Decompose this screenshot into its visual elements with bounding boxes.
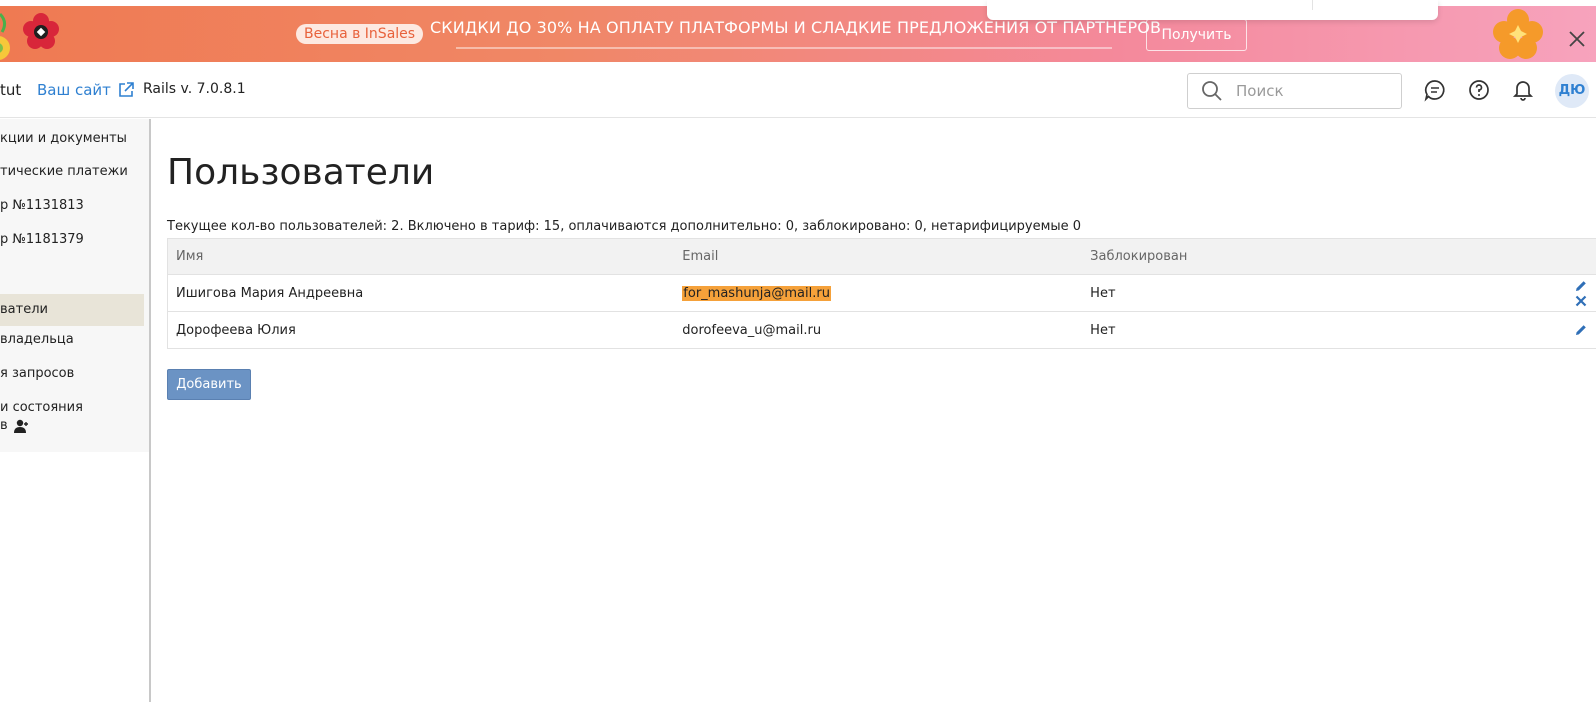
column-header-email: Email xyxy=(674,238,1083,275)
top-floating-panel xyxy=(987,0,1438,20)
close-icon[interactable] xyxy=(1574,294,1588,308)
pencil-icon[interactable] xyxy=(1574,323,1588,337)
fine-print-placeholder xyxy=(456,47,1112,49)
bell-icon[interactable] xyxy=(1511,78,1535,102)
top-panel-divider xyxy=(1312,0,1313,10)
table-header-row: Имя Email Заблокирован xyxy=(167,238,1596,275)
user-email-cell: for_mashunja@mail.ru xyxy=(674,274,1083,312)
sidebar-item-contract-1131813[interactable]: р №1131813 xyxy=(0,197,144,215)
sidebar-item-contract-1181379[interactable]: р №1181379 xyxy=(0,231,144,249)
table-row: Дорофеева Юлия dorofeeva_u@mail.ru Нет xyxy=(167,311,1596,349)
sidebar-item-requests[interactable]: я запросов xyxy=(0,365,144,383)
promo-get-button[interactable]: Получить xyxy=(1146,19,1247,51)
sidebar: кции и документы тические платежи р №113… xyxy=(0,119,149,452)
search-input[interactable] xyxy=(1236,82,1396,100)
external-link-icon xyxy=(119,82,134,97)
flower-decoration-icon xyxy=(1493,9,1543,59)
close-icon[interactable] xyxy=(1568,30,1586,48)
search-icon xyxy=(1202,81,1222,101)
user-blocked: Нет xyxy=(1082,311,1536,349)
sidebar-item-status-continued[interactable]: в xyxy=(0,417,144,435)
search-box[interactable] xyxy=(1187,73,1402,109)
column-header-blocked: Заблокирован xyxy=(1082,238,1536,275)
user-blocked: Нет xyxy=(1082,274,1536,312)
row-actions xyxy=(1536,274,1596,312)
your-site-link-label: Ваш сайт xyxy=(37,81,111,99)
promo-fine-print xyxy=(456,43,1112,53)
user-email: dorofeeva_u@mail.ru xyxy=(674,311,1083,349)
sidebar-item-auto-payments[interactable]: тические платежи xyxy=(0,163,144,181)
promo-badge: Весна в InSales xyxy=(296,24,424,44)
promo-headline: СКИДКИ ДО 30% НА ОПЛАТУ ПЛАТФОРМЫ И СЛАД… xyxy=(430,18,1162,37)
chat-icon[interactable] xyxy=(1423,78,1447,102)
sidebar-item-label: в xyxy=(0,418,8,433)
sidebar-divider xyxy=(149,119,151,702)
help-icon[interactable] xyxy=(1467,78,1491,102)
flower-decoration-icon xyxy=(0,12,59,60)
users-summary: Текущее кол-во пользователей: 2. Включен… xyxy=(167,219,1082,234)
user-name: Дорофеева Юлия xyxy=(167,311,675,349)
sidebar-item-users[interactable]: ватели xyxy=(0,294,144,326)
sidebar-item-documents[interactable]: кции и документы xyxy=(0,130,144,148)
column-header-name: Имя xyxy=(167,238,675,275)
user-email: for_mashunja@mail.ru xyxy=(682,285,831,301)
rails-version: Rails v. 7.0.8.1 xyxy=(143,81,246,97)
sidebar-item-status[interactable]: и состояния xyxy=(0,399,144,417)
column-header-actions xyxy=(1536,238,1596,275)
add-user-button[interactable]: Добавить xyxy=(167,369,251,400)
shop-name: tut xyxy=(0,81,22,99)
sidebar-item-owner[interactable]: владельца xyxy=(0,331,144,349)
pencil-icon[interactable] xyxy=(1574,279,1588,293)
table-row: Ишигова Мария Андреевна for_mashunja@mai… xyxy=(167,274,1596,312)
top-header: tut Ваш сайт Rails v. 7.0.8.1 ДЮ xyxy=(0,62,1596,118)
page-title: Пользователи xyxy=(167,152,435,193)
row-actions xyxy=(1536,311,1596,349)
user-name: Ишигова Мария Андреевна xyxy=(167,274,675,312)
avatar[interactable]: ДЮ xyxy=(1555,74,1589,108)
person-icon xyxy=(13,419,28,433)
your-site-link[interactable]: Ваш сайт xyxy=(37,79,135,101)
users-table: Имя Email Заблокирован Ишигова Мария Анд… xyxy=(167,238,1596,349)
